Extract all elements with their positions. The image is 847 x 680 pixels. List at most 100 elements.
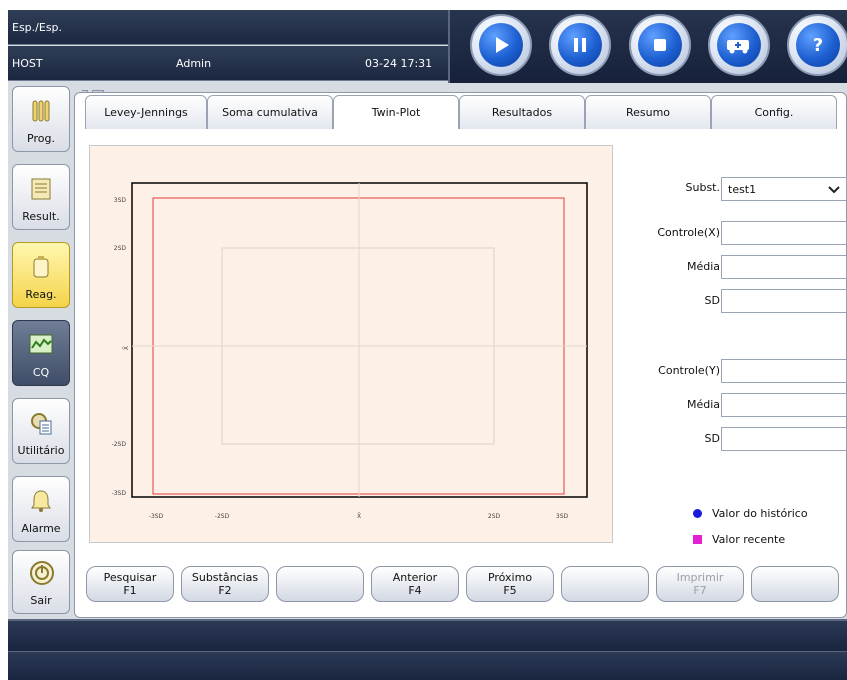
datetime-label: 03-24 17:31	[365, 57, 433, 70]
nav-utility-label: Utilitário	[17, 444, 65, 457]
sd-x-field[interactable]	[721, 289, 847, 313]
x-tick-3sd: 3SD	[556, 513, 569, 520]
legend-recent-marker	[693, 535, 702, 544]
tab-bar: Levey-Jennings Soma cumulativa Twin-Plot…	[85, 95, 837, 129]
svg-text:?: ?	[813, 35, 823, 56]
help-icon: ?	[796, 23, 840, 67]
tab-results[interactable]: Resultados	[459, 95, 585, 129]
fkey-label: Pesquisar	[103, 571, 157, 584]
fkey-label: Anterior	[392, 571, 438, 584]
legend-historic-label: Valor do histórico	[712, 507, 808, 520]
sd-y-field[interactable]	[721, 427, 847, 451]
sd-x-label: SD	[704, 294, 720, 307]
qc-chart-icon	[29, 334, 53, 354]
nav-exit-label: Sair	[30, 594, 52, 607]
header-status-row: HOST Admin 03-24 17:31	[8, 46, 448, 102]
next-f5-button[interactable]: Próximo F5	[466, 566, 554, 602]
nav-reag-label: Reag.	[25, 288, 57, 301]
nav-cq-button[interactable]: CQ	[12, 320, 70, 386]
host-label: HOST	[12, 57, 43, 70]
reagent-icon	[33, 256, 49, 278]
app-screen: Esp./Esp. HOST Admin 03-24 17:31 ? Prog.…	[8, 10, 847, 680]
nav-cq-label: CQ	[32, 366, 50, 379]
legend-historic: Valor do histórico	[693, 507, 808, 520]
header-mode-row: Esp./Esp.	[8, 10, 448, 45]
x-tick-mean: X̄	[357, 513, 361, 520]
subst-select[interactable]: test1	[721, 177, 847, 201]
blank-f8-button[interactable]	[751, 566, 839, 602]
control-y-field[interactable]	[721, 359, 847, 383]
nav-alarm-label: Alarme	[21, 522, 61, 535]
toolbar: ?	[448, 10, 847, 83]
previous-f4-button[interactable]: Anterior F4	[371, 566, 459, 602]
blank-f3-button[interactable]	[276, 566, 364, 602]
y-tick-2sd: 2SD	[114, 245, 127, 252]
search-f1-button[interactable]: Pesquisar F1	[86, 566, 174, 602]
nav-utility-button[interactable]: Utilitário	[12, 398, 70, 464]
legend-historic-marker	[693, 509, 702, 518]
ambulance-icon	[717, 23, 761, 67]
control-x-field[interactable]	[721, 221, 847, 245]
nav-result-button[interactable]: Result.	[12, 164, 70, 230]
nav-alarm-button[interactable]: Alarme	[12, 476, 70, 542]
play-button[interactable]	[470, 14, 532, 76]
twin-plot-chart: 3SD 2SD X̄ -2SD -3SD -3SD -2SD X̄ 2SD 3S…	[89, 145, 613, 543]
fkey-key: F5	[503, 584, 517, 597]
y-tick-3sd: 3SD	[114, 197, 127, 204]
y-tick-neg2sd: -2SD	[112, 441, 127, 448]
control-x-label: Controle(X)	[657, 226, 720, 239]
report-icon	[31, 178, 51, 200]
qc-panel: Levey-Jennings Soma cumulativa Twin-Plot…	[74, 92, 847, 618]
tab-twin-plot[interactable]: Twin-Plot	[333, 95, 459, 129]
nav-prog-button[interactable]: Prog.	[12, 86, 70, 152]
emergency-button[interactable]	[708, 14, 770, 76]
pause-button[interactable]	[549, 14, 611, 76]
fkey-label: Imprimir	[676, 571, 724, 584]
print-f7-button[interactable]: Imprimir F7	[656, 566, 744, 602]
help-button[interactable]: ?	[787, 14, 847, 76]
left-nav: Prog. Result. Reag. CQ Utilitário Alarme	[8, 86, 82, 618]
media-y-field[interactable]	[721, 393, 847, 417]
media-x-field[interactable]	[721, 255, 847, 279]
tab-levey-jennings[interactable]: Levey-Jennings	[85, 95, 207, 129]
substances-f2-button[interactable]: Substâncias F2	[181, 566, 269, 602]
x-tick-neg2sd: -2SD	[215, 513, 230, 520]
fkey-label: Substâncias	[191, 571, 259, 584]
fkey-key: F7	[693, 584, 707, 597]
x-tick-2sd: 2SD	[488, 513, 501, 520]
subst-value: test1	[728, 182, 757, 196]
power-icon	[30, 561, 54, 585]
subst-label: Subst.	[685, 181, 720, 194]
tab-summary[interactable]: Resumo	[585, 95, 711, 129]
nav-reag-button[interactable]: Reag.	[12, 242, 70, 308]
mode-label: Esp./Esp.	[12, 21, 63, 34]
media-x-label: Média	[686, 260, 720, 273]
stop-icon	[638, 23, 682, 67]
sd-y-label: SD	[704, 432, 720, 445]
message-bar	[8, 651, 847, 680]
tab-cumulative-sum[interactable]: Soma cumulativa	[207, 95, 333, 129]
y-tick-mean: X̄	[123, 346, 130, 350]
control-y-label: Controle(Y)	[658, 364, 720, 377]
blank-f6-button[interactable]	[561, 566, 649, 602]
function-key-bar: Pesquisar F1 Substâncias F2 Anterior F4 …	[86, 566, 847, 616]
play-icon	[479, 23, 523, 67]
status-bar	[8, 619, 847, 651]
y-tick-neg3sd: -3SD	[112, 490, 127, 497]
nav-result-label: Result.	[22, 210, 60, 223]
media-y-label: Média	[686, 398, 720, 411]
fkey-key: F4	[408, 584, 422, 597]
legend-recent-label: Valor recente	[712, 533, 786, 546]
test-tubes-icon	[32, 100, 50, 122]
chevron-down-icon	[828, 186, 840, 194]
pause-icon	[558, 23, 602, 67]
nav-exit-button[interactable]: Sair	[12, 550, 70, 614]
stop-button[interactable]	[629, 14, 691, 76]
x-tick-neg3sd: -3SD	[149, 513, 164, 520]
user-label: Admin	[176, 57, 212, 70]
fkey-key: F2	[218, 584, 232, 597]
bell-icon	[31, 490, 51, 512]
fkey-label: Próximo	[487, 571, 533, 584]
tab-config[interactable]: Config.	[711, 95, 837, 129]
twin-plot-svg: 3SD 2SD X̄ -2SD -3SD -3SD -2SD X̄ 2SD 3S…	[112, 182, 588, 520]
